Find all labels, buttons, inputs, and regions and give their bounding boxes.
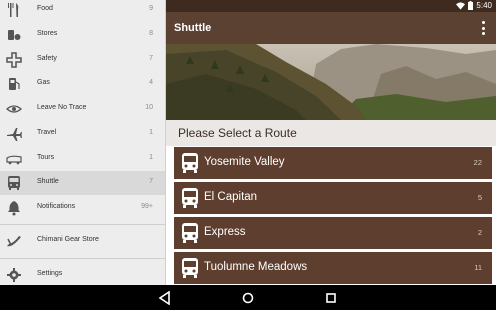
nav-item-safety[interactable]: Safety 7 [0,48,165,72]
safety-cross-icon [6,52,22,68]
status-icons: 5:40 [456,1,492,10]
bus-icon [182,188,198,208]
gas-pump-icon [9,78,20,90]
recents-square-icon[interactable] [324,291,338,305]
nav-count: 7 [149,178,153,185]
route-item-el-capitan[interactable]: El Capitan 5 [174,182,492,214]
route-item-tuolumne-meadows[interactable]: Tuolumne Meadows 11 [174,252,492,284]
navigation-drawer: Food 9 Stores 8 Safety 7 Gas 4 Leave No … [0,0,166,285]
nav-label: Stores [37,30,58,37]
settings-gear-icon [7,268,21,282]
nav-count: 99+ [141,203,153,210]
nav-label: Settings [37,270,63,277]
route-item-express[interactable]: Express 2 [174,217,492,249]
nav-label: Leave No Trace [37,104,87,111]
nav-label: Shuttle [37,178,59,185]
tour-bus-icon [6,155,22,165]
shopping-icon [8,30,21,40]
nav-item-gas[interactable]: Gas 4 [0,72,165,96]
gear-store-icon [7,236,21,247]
nav-item-notifications[interactable]: Notifications 99+ [0,196,165,220]
nav-item-shuttle[interactable]: Shuttle 7 [0,171,165,195]
route-name: Yosemite Valley [204,156,285,168]
route-count: 22 [473,158,482,167]
route-item-yosemite-valley[interactable]: Yosemite Valley 22 [174,147,492,179]
status-time: 5:40 [476,1,492,10]
nav-count: 4 [149,79,153,86]
bus-icon [182,258,198,278]
route-count: 5 [477,193,482,202]
bus-icon [8,176,20,190]
nav-label: Travel [37,129,57,136]
nav-count: 1 [149,154,153,161]
nav-count: 7 [149,55,153,62]
route-list: Yosemite Valley 22 El Capitan 5 Express … [174,147,492,285]
bell-icon [8,201,20,216]
nav-item-chimani-gear-store[interactable]: Chimani Gear Store [0,229,165,253]
nav-label: Safety [37,55,57,62]
nav-label: Chimani Gear Store [37,236,99,243]
nav-label: Gas [37,79,50,86]
route-name: Tuolumne Meadows [204,261,308,273]
battery-icon [468,1,474,10]
wifi-icon [456,1,466,10]
bus-icon [182,153,198,173]
route-header: Please Select a Route [166,120,496,146]
page-title: Shuttle [174,22,212,34]
shuttle-screen: 5:40 Shuttle Please Select a Route Yosem… [166,0,496,285]
nav-item-settings[interactable]: Settings [0,263,165,285]
route-count: 2 [477,228,482,237]
nav-item-travel[interactable]: Travel 1 [0,122,165,146]
route-count: 11 [474,263,482,272]
status-bar: 5:40 [166,0,496,12]
route-name: Express [204,226,246,238]
eye-icon [6,105,22,113]
nav-count: 8 [149,30,153,37]
nav-item-food[interactable]: Food 9 [0,0,165,22]
nav-label: Tours [37,154,55,161]
nav-count: 10 [145,104,153,111]
nav-item-tours[interactable]: Tours 1 [0,147,165,171]
system-navigation-bar [0,285,496,310]
drawer-divider [0,258,165,259]
more-vert-icon[interactable] [478,21,488,35]
home-circle-icon[interactable] [241,291,255,305]
nav-label: Food [37,5,53,12]
fork-knife-icon [8,3,19,17]
route-name: El Capitan [204,191,258,203]
nav-item-leave-no-trace[interactable]: Leave No Trace 10 [0,97,165,121]
route-prompt: Please Select a Route [178,126,297,140]
app-toolbar: Shuttle [166,12,496,44]
drawer-divider [0,224,165,225]
airplane-icon [7,128,22,141]
nav-label: Notifications [37,203,76,210]
hero-image [166,44,496,120]
nav-count: 1 [149,129,153,136]
nav-count: 9 [149,5,153,12]
back-triangle-icon[interactable] [158,291,172,305]
nav-item-stores[interactable]: Stores 8 [0,23,165,47]
bus-icon [182,223,198,243]
